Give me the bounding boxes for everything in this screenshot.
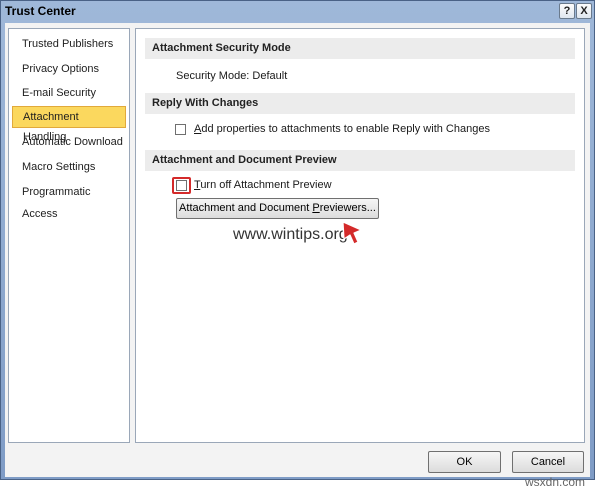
section-header-reply-with-changes: Reply With Changes — [145, 93, 575, 114]
nav-item-automatic-download[interactable]: Automatic Download — [12, 131, 126, 153]
close-button[interactable]: X — [576, 3, 592, 19]
settings-panel: Attachment Security Mode Security Mode: … — [135, 28, 585, 443]
title-bar[interactable]: Trust Center ? X — [1, 1, 594, 23]
turn-off-preview-checkbox[interactable] — [176, 180, 187, 191]
corner-watermark: wsxdn.com — [525, 475, 586, 489]
red-arrow-cursor-icon — [342, 221, 362, 245]
nav-item-macro-settings[interactable]: Macro Settings — [12, 156, 126, 178]
window-title: Trust Center — [5, 4, 76, 18]
nav-item-attachment-handling[interactable]: Attachment Handling — [12, 106, 126, 143]
turn-off-preview-label[interactable]: Turn off Attachment Preview — [194, 179, 332, 191]
trust-center-dialog: Trust Center ? X Trusted Publishers Priv… — [0, 0, 595, 489]
nav-item-trusted-publishers[interactable]: Trusted Publishers — [12, 33, 126, 55]
reply-with-changes-checkbox[interactable] — [175, 124, 186, 135]
section-header-security-mode: Attachment Security Mode — [145, 38, 575, 59]
reply-with-changes-label[interactable]: Add properties to attachments to enable … — [194, 123, 490, 135]
trust-center-nav: Trusted Publishers Privacy Options E-mai… — [8, 28, 130, 443]
ok-button[interactable]: OK — [428, 451, 501, 473]
security-mode-value: Security Mode: Default — [176, 70, 288, 82]
dialog-client: Trusted Publishers Privacy Options E-mai… — [5, 23, 590, 489]
section-header-preview: Attachment and Document Preview — [145, 150, 575, 171]
previewers-button[interactable]: Attachment and Document Previewers... — [176, 198, 379, 219]
site-watermark: www.wintips.org — [233, 226, 348, 243]
cancel-button[interactable]: Cancel — [512, 451, 584, 473]
nav-item-programmatic-access[interactable]: Programmatic Access — [12, 181, 126, 220]
nav-item-privacy-options[interactable]: Privacy Options — [12, 58, 126, 80]
nav-item-email-security[interactable]: E-mail Security — [12, 82, 126, 104]
help-button[interactable]: ? — [559, 3, 575, 19]
